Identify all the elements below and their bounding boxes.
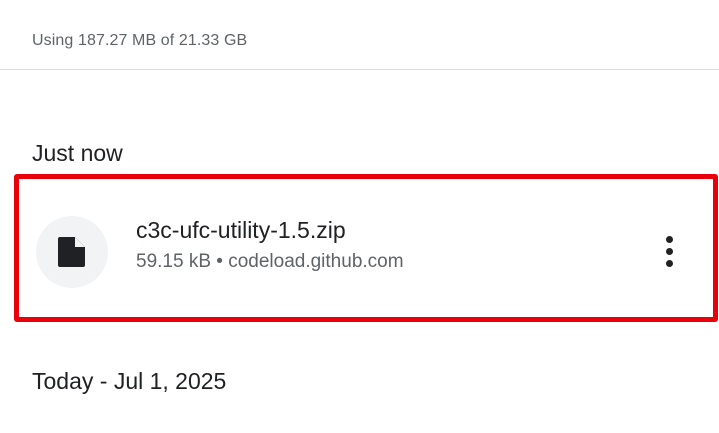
- storage-usage-text: Using 187.27 MB of 21.33 GB: [32, 32, 248, 49]
- file-name[interactable]: c3c-ufc-utility-1.5.zip: [136, 217, 346, 244]
- file-icon: [58, 237, 85, 267]
- file-icon-container: [36, 216, 108, 288]
- file-meta: 59.15 kB • codeload.github.com: [136, 251, 404, 273]
- download-item[interactable]: c3c-ufc-utility-1.5.zip 59.15 kB • codel…: [14, 174, 718, 322]
- more-options-button[interactable]: [647, 229, 691, 273]
- section-heading-today: Today - Jul 1, 2025: [32, 368, 227, 394]
- file-size: 59.15 kB: [136, 251, 211, 272]
- section-heading-just-now: Just now: [32, 140, 123, 166]
- more-vert-icon: [665, 235, 673, 243]
- meta-separator: •: [216, 251, 223, 272]
- file-source: codeload.github.com: [228, 251, 404, 272]
- storage-header: Using 187.27 MB of 21.33 GB: [0, 0, 719, 70]
